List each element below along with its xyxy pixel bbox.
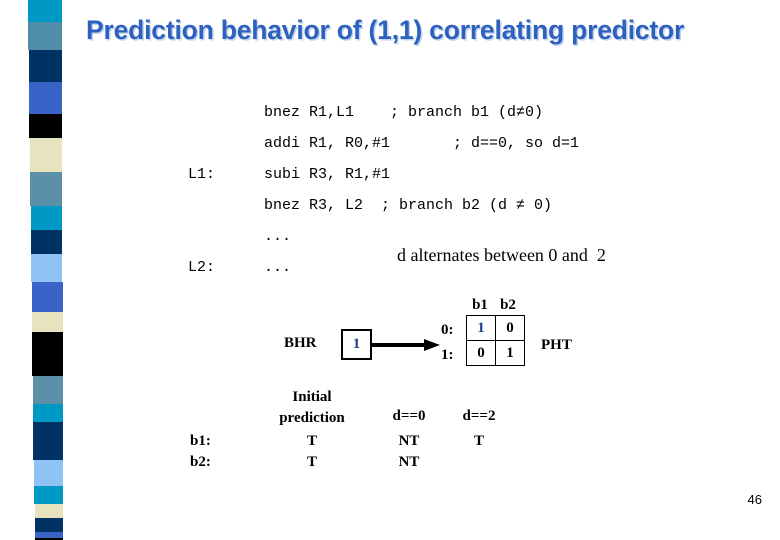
pht-row-headers: 0: 1: (441, 318, 454, 368)
page-number: 46 (747, 492, 762, 507)
cell-b1-initial: T (306, 433, 317, 449)
table-row: 0 1 (466, 340, 525, 366)
pht-row-header-1: 1: (441, 347, 454, 363)
stripe-band (34, 518, 63, 532)
code-line-label: L1: (188, 166, 216, 183)
code-line-text: subi R3, R1,#1 (264, 166, 391, 183)
pht-label: PHT (541, 337, 572, 353)
page-title: Prediction behavior of (1,1) correlating… (86, 15, 685, 45)
code-line-text: addi R1, R0,#1 ; d==0, so d=1 (264, 135, 580, 152)
bhr-to-pht-arrow (372, 339, 440, 351)
stripe-band (29, 114, 63, 138)
code-line: bnez R3, L2 ; branch b2 (d ≠ 0) (188, 197, 579, 228)
row-label-b1: b1: (190, 433, 211, 449)
cell-b1-d0: NT (398, 433, 420, 449)
pht-table: 1 0 0 1 (466, 315, 525, 366)
stripe-band (28, 22, 63, 50)
stripe-band (33, 422, 63, 460)
decorative-side-stripe (0, 0, 80, 540)
stripe-band (33, 460, 63, 486)
header-d2: d==2 (462, 408, 496, 424)
stripe-band (28, 0, 62, 22)
pht-cell-1-b2: 1 (495, 340, 525, 366)
bhr-register-box: 1 (341, 329, 372, 360)
cell-b1-d2: T (473, 433, 484, 449)
header-initial-line1: Initial (292, 389, 332, 405)
stripe-band (34, 504, 63, 518)
bhr-label: BHR (284, 335, 317, 351)
cell-b2-initial: T (306, 454, 317, 470)
stripe-band (31, 254, 63, 282)
stripe-band (33, 404, 63, 422)
code-line-text: ... (264, 259, 292, 276)
code-line: addi R1, R0,#1 ; d==0, so d=1 (188, 135, 579, 166)
code-line-text: bnez R1,L1 ; branch b1 (d≠0) (264, 104, 544, 121)
header-initial-line2: prediction (279, 410, 345, 426)
code-line-text: bnez R3, L2 ; branch b2 (d ≠ 0) (264, 197, 553, 214)
alternates-annotation: d alternates between 0 and 2 (397, 245, 606, 265)
stripe-band (32, 376, 63, 404)
stripe-band (30, 206, 63, 230)
code-line: L1: subi R3, R1,#1 (188, 166, 579, 197)
pht-col-header-b2: b2 (500, 297, 516, 313)
pht-cell-0-b1: 1 (466, 315, 496, 341)
pht-row-header-0: 0: (441, 322, 454, 338)
code-line-text: ... (264, 228, 292, 245)
header-initial-prediction: Initial prediction (262, 387, 362, 429)
stripe-band (30, 230, 63, 254)
stripe-band (32, 312, 63, 332)
stripe-band (34, 486, 63, 504)
stripe-band (28, 50, 63, 82)
pht-column-headers: b1 b2 (466, 297, 522, 314)
pht-col-header-b1: b1 (472, 297, 488, 313)
stripe-band (30, 172, 63, 206)
code-line-label: L2: (188, 259, 216, 276)
code-line: bnez R1,L1 ; branch b1 (d≠0) (188, 104, 579, 135)
row-label-b2: b2: (190, 454, 211, 470)
header-d0: d==0 (392, 408, 426, 424)
table-row: 1 0 (466, 315, 525, 341)
pht-cell-0-b2: 0 (495, 315, 525, 341)
pht-cell-1-b1: 0 (466, 340, 496, 366)
cell-b2-d0: NT (398, 454, 420, 470)
stripe-band (31, 282, 63, 312)
stripe-band (29, 138, 63, 172)
stripe-band (29, 82, 63, 114)
stripe-band (32, 332, 63, 376)
